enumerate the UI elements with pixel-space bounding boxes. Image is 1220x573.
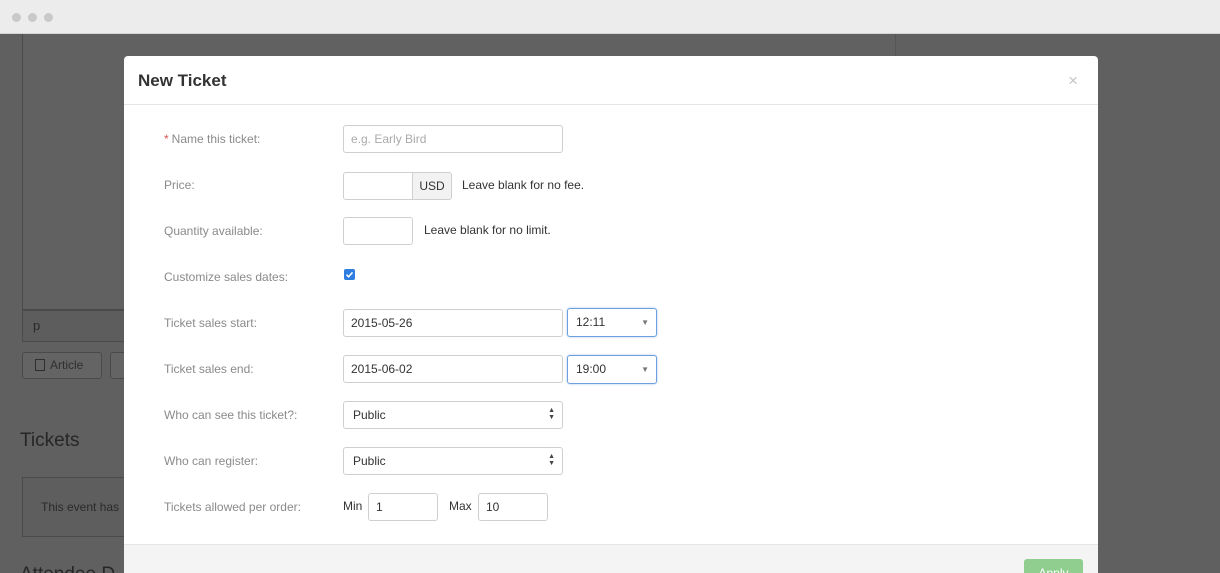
window-titlebar bbox=[0, 0, 1220, 34]
visibility-value: Public bbox=[353, 408, 386, 422]
max-per-order-input[interactable] bbox=[478, 493, 548, 521]
window-close-dot[interactable] bbox=[12, 13, 21, 22]
ticket-name-label: * Name this ticket: bbox=[164, 132, 260, 146]
modal-footer: Apply bbox=[124, 544, 1098, 573]
new-ticket-modal: New Ticket × *Name this ticket: Price: U… bbox=[124, 56, 1098, 573]
window-zoom-dot[interactable] bbox=[44, 13, 53, 22]
attendees-heading: Attendee D bbox=[20, 564, 115, 573]
sales-start-label: Ticket sales start: bbox=[164, 316, 257, 330]
sales-start-date-input[interactable] bbox=[343, 309, 563, 337]
select-arrows-icon: ▲ ▼ bbox=[548, 453, 555, 467]
visibility-label: Who can see this ticket?: bbox=[164, 408, 298, 422]
max-label: Max bbox=[449, 499, 472, 513]
article-button[interactable]: Article bbox=[22, 352, 102, 379]
customize-dates-label: Customize sales dates: bbox=[164, 270, 289, 284]
sales-start-time-value: 12:11 bbox=[576, 315, 606, 329]
apply-button[interactable]: Apply bbox=[1024, 559, 1083, 573]
required-marker: * bbox=[164, 132, 169, 146]
quantity-label: Quantity available: bbox=[164, 224, 263, 238]
registration-select[interactable]: Public ▲ ▼ bbox=[343, 447, 563, 475]
visibility-select[interactable]: Public ▲ ▼ bbox=[343, 401, 563, 429]
select-arrows-icon: ▲ ▼ bbox=[548, 407, 555, 421]
registration-label: Who can register: bbox=[164, 454, 259, 468]
ticket-name-label-text: Name this ticket: bbox=[171, 132, 261, 146]
article-button-label: Article bbox=[50, 358, 84, 372]
per-order-label: Tickets allowed per order: bbox=[164, 500, 301, 514]
window-minimize-dot[interactable] bbox=[28, 13, 37, 22]
price-hint: Leave blank for no fee. bbox=[462, 178, 585, 192]
modal-header: New Ticket × bbox=[124, 56, 1098, 105]
close-icon[interactable]: × bbox=[1068, 71, 1078, 91]
sales-end-date-input[interactable] bbox=[343, 355, 563, 383]
customize-dates-checkbox[interactable] bbox=[344, 269, 355, 280]
modal-title: New Ticket bbox=[138, 71, 227, 90]
min-per-order-input[interactable] bbox=[368, 493, 438, 521]
registration-value: Public bbox=[353, 454, 386, 468]
checkmark-icon bbox=[345, 271, 354, 278]
quantity-input[interactable] bbox=[343, 217, 413, 245]
quantity-hint: Leave blank for no limit. bbox=[424, 223, 551, 237]
sales-end-time-value: 19:00 bbox=[576, 362, 607, 376]
tickets-empty-text: This event has bbox=[41, 500, 120, 514]
chevron-down-icon: ▼ bbox=[641, 365, 649, 374]
min-label: Min bbox=[343, 499, 363, 513]
sales-end-label: Ticket sales end: bbox=[164, 362, 254, 376]
sales-start-time-select[interactable]: 12:11 ▼ bbox=[567, 308, 657, 337]
price-label: Price: bbox=[164, 178, 195, 192]
chevron-down-icon: ▼ bbox=[641, 318, 649, 327]
currency-addon: USD bbox=[412, 172, 452, 200]
price-input[interactable] bbox=[343, 172, 413, 200]
document-icon bbox=[35, 359, 45, 371]
tickets-heading: Tickets bbox=[20, 430, 80, 451]
sales-end-time-select[interactable]: 19:00 ▼ bbox=[567, 355, 657, 384]
ticket-name-input[interactable] bbox=[343, 125, 563, 153]
